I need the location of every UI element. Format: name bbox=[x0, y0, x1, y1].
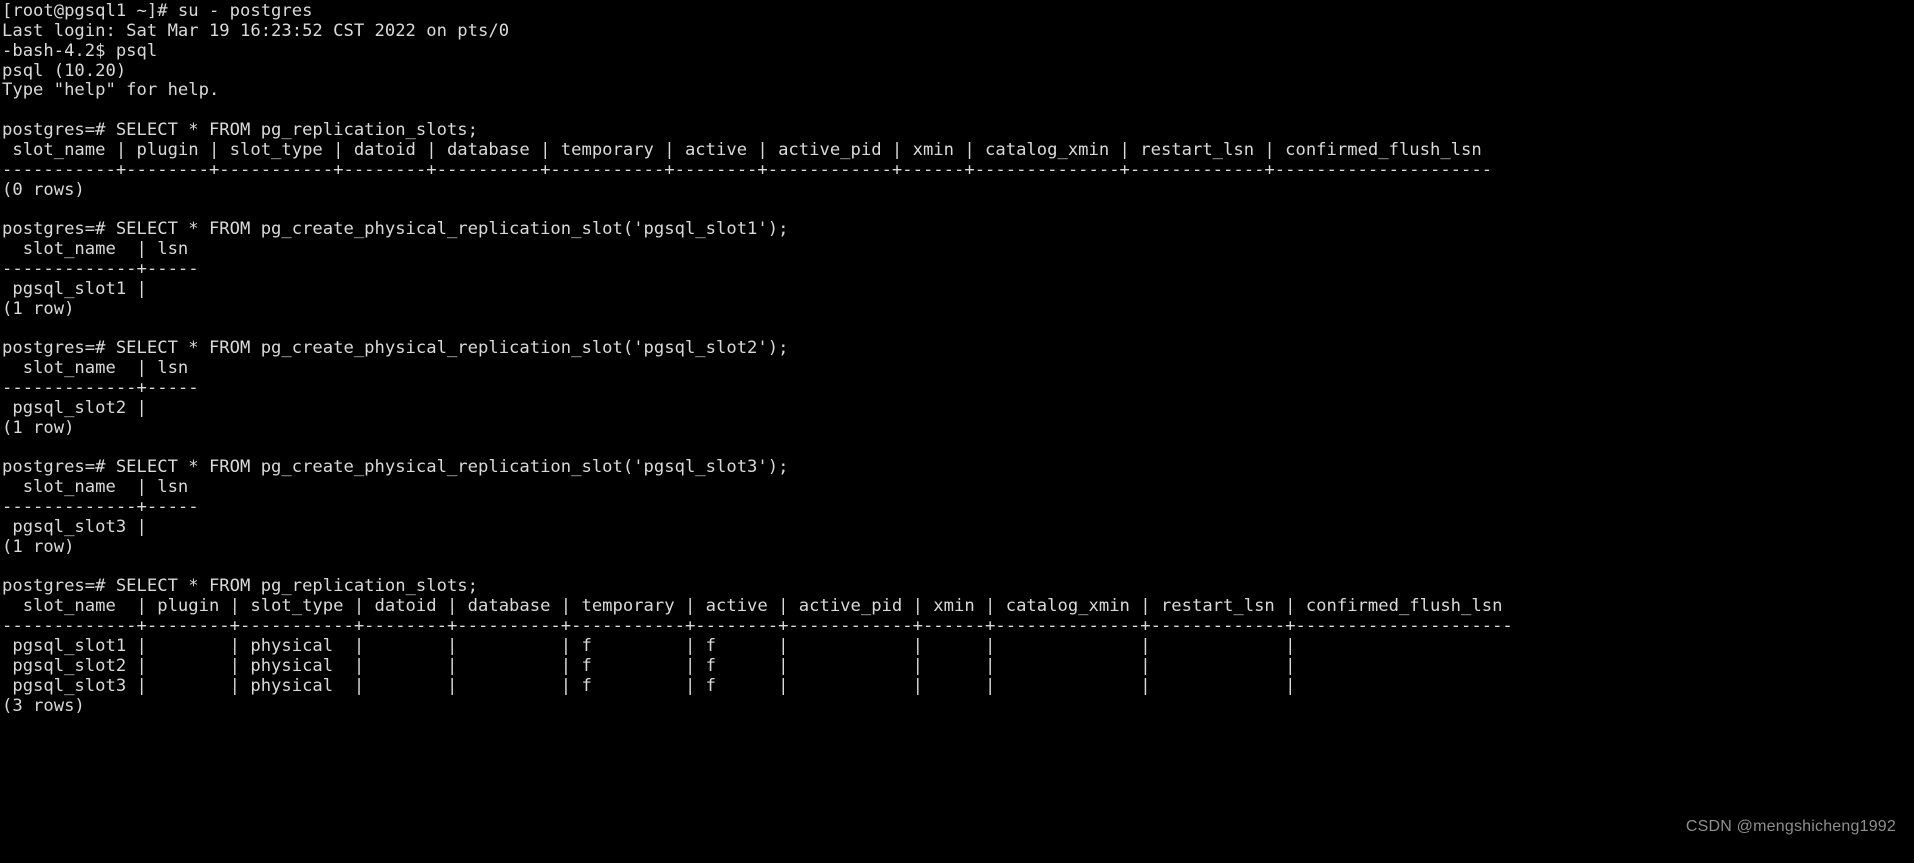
terminal-line: pgsql_slot1 | bbox=[2, 278, 147, 299]
terminal-line: postgres=# SELECT * FROM pg_replication_… bbox=[2, 120, 478, 141]
terminal-line: pgsql_slot3 | | physical | | | f | f | |… bbox=[2, 675, 1296, 696]
terminal-line: postgres=# SELECT * FROM pg_create_physi… bbox=[2, 219, 789, 240]
terminal-line: slot_name | lsn bbox=[2, 477, 189, 498]
terminal-line: slot_name | lsn bbox=[2, 239, 189, 260]
terminal-line: Type "help" for help. bbox=[2, 80, 220, 101]
terminal-line: Last login: Sat Mar 19 16:23:52 CST 2022… bbox=[2, 20, 510, 41]
terminal-window[interactable]: [root@pgsql1 ~]# su - postgres Last login… bbox=[0, 0, 1914, 863]
terminal-line: (1 row) bbox=[2, 536, 75, 557]
terminal-line: -------------+--------+-----------+-----… bbox=[2, 616, 1513, 637]
terminal-output: [root@pgsql1 ~]# su - postgres Last login… bbox=[2, 1, 1914, 716]
terminal-line: -------------+----- bbox=[2, 378, 199, 399]
terminal-line: -bash-4.2$ psql bbox=[2, 40, 158, 61]
terminal-line: postgres=# SELECT * FROM pg_create_physi… bbox=[2, 457, 789, 478]
terminal-line: (1 row) bbox=[2, 298, 75, 319]
terminal-line: pgsql_slot1 | | physical | | | f | f | |… bbox=[2, 636, 1296, 656]
terminal-line: pgsql_slot2 | | physical | | | f | f | |… bbox=[2, 655, 1296, 676]
terminal-line: (1 row) bbox=[2, 417, 75, 438]
terminal-line: pgsql_slot2 | bbox=[2, 397, 147, 418]
terminal-line: postgres=# SELECT * FROM pg_create_physi… bbox=[2, 338, 789, 359]
csdn-watermark: CSDN @mengshicheng1992 bbox=[1685, 818, 1896, 835]
terminal-line: psql (10.20) bbox=[2, 60, 127, 81]
terminal-line: slot_name | lsn bbox=[2, 358, 189, 379]
terminal-line: (0 rows) bbox=[2, 179, 85, 200]
terminal-line: -------------+----- bbox=[2, 258, 199, 279]
terminal-line: slot_name | plugin | slot_type | datoid … bbox=[2, 139, 1482, 160]
terminal-line: postgres=# SELECT * FROM pg_replication_… bbox=[2, 576, 478, 597]
terminal-line: pgsql_slot3 | bbox=[2, 516, 147, 537]
terminal-line: slot_name | plugin | slot_type | datoid … bbox=[2, 596, 1503, 617]
terminal-line: -------------+----- bbox=[2, 497, 199, 518]
terminal-line: (3 rows) bbox=[2, 695, 85, 716]
terminal-line: -----------+--------+-----------+-------… bbox=[2, 159, 1493, 180]
terminal-line: [root@pgsql1 ~]# su - postgres bbox=[2, 1, 313, 21]
